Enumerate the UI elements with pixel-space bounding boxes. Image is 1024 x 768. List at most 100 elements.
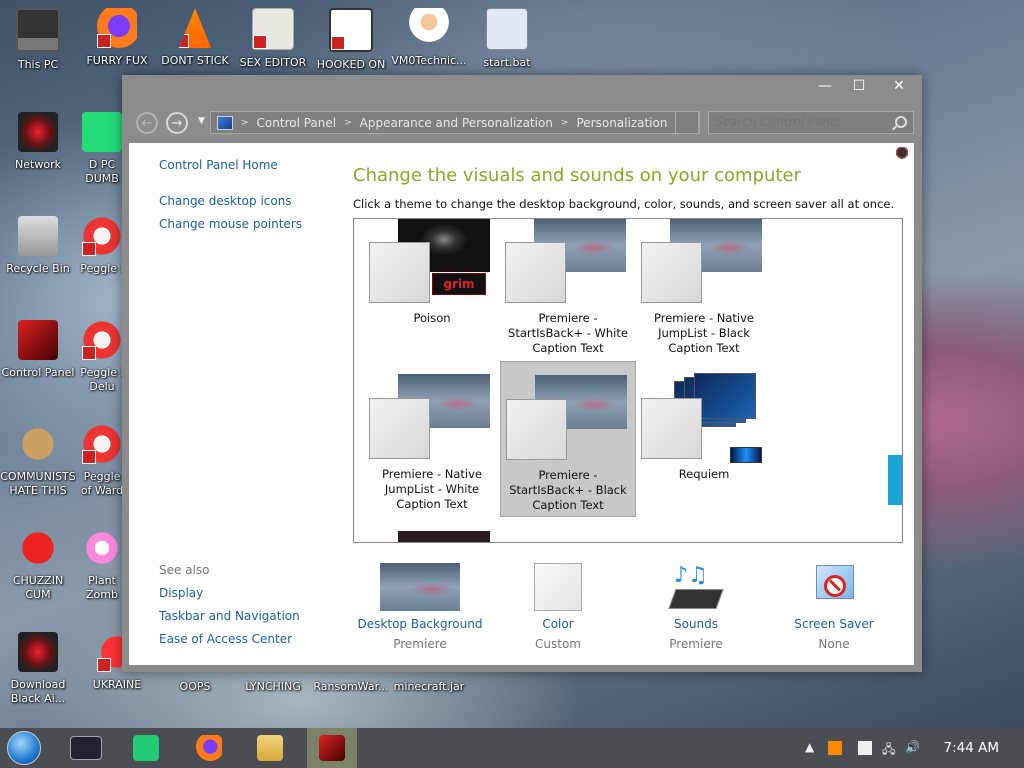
desktop-icon-this-pc[interactable]: This PC bbox=[0, 8, 76, 72]
theme-tile-poison[interactable]: grim Poison bbox=[364, 219, 500, 361]
desktop-icon-dont-stick[interactable]: DONT STICK bbox=[157, 8, 233, 68]
desktop-icon-download-black[interactable]: Download Black Ai... bbox=[0, 632, 76, 706]
color-setting[interactable]: Color Custom bbox=[488, 563, 628, 651]
nav-change-mouse-pointers[interactable]: Change mouse pointers bbox=[159, 217, 302, 231]
flower-icon bbox=[82, 528, 122, 568]
taskbar-file-explorer[interactable] bbox=[250, 732, 290, 764]
see-also-heading: See also bbox=[159, 563, 210, 577]
desktop-background-setting[interactable]: Desktop Background Premiere bbox=[350, 563, 490, 651]
network-icon[interactable]: 🖧 bbox=[882, 740, 895, 761]
control-panel-icon bbox=[18, 320, 58, 360]
firefox-icon bbox=[196, 735, 222, 761]
taskbar-task-view[interactable] bbox=[66, 732, 106, 764]
theme-tile-premiere-sib-white[interactable]: Premiere - StartIsBack+ - White Caption … bbox=[500, 219, 636, 361]
theme-tile-requiem[interactable]: Requiem bbox=[636, 361, 772, 517]
theme-color-swatch bbox=[505, 242, 566, 303]
search-icon[interactable] bbox=[895, 116, 907, 128]
sounds-value: Premiere bbox=[669, 637, 723, 651]
breadcrumb-appearance[interactable]: Appearance and Personalization bbox=[360, 116, 553, 130]
tray-flag-icon[interactable] bbox=[858, 741, 872, 755]
user-avatar-icon[interactable] bbox=[896, 147, 908, 161]
clock[interactable]: 7:44 AM bbox=[944, 740, 1000, 756]
breadcrumb-chevron-icon[interactable]: > bbox=[344, 118, 352, 128]
volume-icon[interactable]: 🔊 bbox=[905, 740, 920, 754]
theme-name: Premiere - Native JumpList - White Capti… bbox=[381, 467, 482, 511]
grim-logo: grim bbox=[432, 273, 486, 295]
see-also-taskbar[interactable]: Taskbar and Navigation bbox=[159, 609, 300, 623]
desktop-icon-network[interactable]: Network bbox=[0, 112, 76, 172]
desktop-icon-oops[interactable]: OOPS bbox=[157, 674, 233, 694]
desktop-icon-communists[interactable]: COMMUNISTS HATE THIS G... bbox=[0, 424, 76, 498]
screen-saver-setting[interactable]: Screen Saver None bbox=[764, 563, 904, 651]
desktop-icon-plants-zombies[interactable]: Plant Zomb bbox=[79, 528, 125, 602]
desktop-icon-peggle-deluxe[interactable]: Peggle I Delu bbox=[79, 320, 125, 394]
theme-color-swatch bbox=[641, 398, 702, 459]
address-bar-row: ← → ▼ > Control Panel > Appearance and P… bbox=[122, 108, 922, 138]
search-box[interactable] bbox=[708, 111, 914, 134]
theme-tile-premiere-native-white[interactable]: Premiere - Native JumpList - White Capti… bbox=[364, 361, 500, 517]
desktop-icon-sex-editor[interactable]: SEX EDITOR bbox=[235, 8, 311, 70]
requiem-glow-strip bbox=[730, 447, 762, 463]
taskbar-firefox[interactable] bbox=[189, 732, 229, 764]
page-description: Click a theme to change the desktop back… bbox=[353, 197, 895, 211]
color-link[interactable]: Color bbox=[488, 617, 628, 631]
sounds-link[interactable]: Sounds bbox=[626, 617, 766, 631]
minimize-button[interactable]: — bbox=[808, 75, 842, 97]
breadcrumb-personalization[interactable]: Personalization bbox=[576, 116, 667, 130]
theme-tile-premiere-native-black[interactable]: Premiere - Native JumpList - Black Capti… bbox=[636, 219, 772, 361]
screen-saver-link[interactable]: Screen Saver bbox=[764, 617, 904, 631]
money-bag-icon bbox=[18, 424, 58, 464]
desktop-icon-hooked-on[interactable]: HOOKED ON bbox=[313, 8, 389, 72]
desktop-background-value: Premiere bbox=[393, 637, 447, 651]
desktop-icon-recycle-bin[interactable]: Recycle Bin bbox=[0, 216, 76, 276]
theme-name: Poison bbox=[413, 311, 451, 325]
forward-button[interactable]: → bbox=[166, 112, 188, 134]
peggle-icon bbox=[82, 320, 122, 360]
desktop-icon-ransomware[interactable]: RansomWar... bbox=[313, 674, 389, 694]
firefox-icon bbox=[97, 8, 137, 48]
maximize-button[interactable]: ☐ bbox=[842, 75, 876, 97]
close-button[interactable]: ✕ bbox=[876, 75, 922, 97]
taskbar-control-panel-active[interactable] bbox=[307, 728, 357, 768]
desktop-icon-chuzzin-cum[interactable]: CHUZZIN CUM bbox=[0, 528, 76, 602]
desktop-icon-peggle[interactable]: Peggle I bbox=[79, 216, 125, 276]
desktop-icon-vm0technic[interactable]: VM0Technic... bbox=[391, 8, 467, 68]
back-button[interactable]: ← bbox=[136, 112, 158, 134]
theme-tile-premiere-sib-black-selected[interactable]: Premiere - StartIsBack+ - Black Caption … bbox=[500, 361, 636, 517]
refresh-button[interactable] bbox=[675, 111, 699, 134]
start-orb-button[interactable] bbox=[7, 731, 41, 765]
desktop-icon-lynching[interactable]: LYNCHING bbox=[235, 674, 311, 694]
search-input[interactable] bbox=[715, 115, 885, 129]
tray-overflow-chevron-icon[interactable]: ▲ bbox=[805, 740, 814, 754]
desktop-icon-peggle-wars[interactable]: Peggle of Ward bbox=[79, 424, 125, 498]
desktop-icon-d-pc-dumb[interactable]: D PC DUMB bbox=[79, 112, 125, 186]
theme-gallery[interactable]: grim Poison Premiere - StartIsBack+ - Wh… bbox=[353, 218, 903, 543]
see-also-display[interactable]: Display bbox=[159, 586, 203, 600]
batch-file-gear-icon bbox=[486, 8, 528, 50]
tray-app-icon[interactable] bbox=[828, 741, 842, 755]
desktop-icon-control-panel[interactable]: Control Panel bbox=[0, 320, 76, 380]
desktop-background-link[interactable]: Desktop Background bbox=[350, 617, 490, 631]
chuzzle-icon bbox=[18, 528, 58, 568]
screen-saver-icon bbox=[794, 563, 874, 611]
desktop-icon-start-bat[interactable]: start.bat bbox=[469, 8, 545, 70]
breadcrumb-control-panel[interactable]: Control Panel bbox=[257, 116, 337, 130]
sounds-setting[interactable]: ♪♫ Sounds Premiere bbox=[626, 563, 766, 651]
address-bar[interactable]: > Control Panel > Appearance and Persona… bbox=[210, 111, 700, 134]
desktop-icon-minecraft[interactable]: minecraft.jar bbox=[391, 674, 467, 694]
nav-control-panel-home[interactable]: Control Panel Home bbox=[159, 158, 278, 172]
nav-change-desktop-icons[interactable]: Change desktop icons bbox=[159, 194, 292, 208]
red-orb-icon bbox=[18, 632, 58, 672]
peggle-icon bbox=[82, 424, 122, 464]
breadcrumb-chevron-icon[interactable]: > bbox=[241, 118, 249, 128]
control-panel-icon bbox=[217, 115, 233, 130]
window-caption-buttons: — ☐ ✕ bbox=[808, 75, 922, 101]
peggle-icon bbox=[82, 216, 122, 256]
taskbar: ▲ 🖧 🔊 7:44 AM bbox=[0, 728, 1024, 768]
recent-locations-chevron-icon[interactable]: ▼ bbox=[198, 116, 205, 126]
theme-gallery-scrollbar-thumb[interactable] bbox=[888, 455, 902, 505]
see-also-ease-of-access[interactable]: Ease of Access Center bbox=[159, 632, 292, 646]
taskbar-green-app[interactable] bbox=[126, 732, 166, 764]
breadcrumb-chevron-icon[interactable]: > bbox=[561, 118, 569, 128]
desktop-icon-furry-fux[interactable]: FURRY FUX bbox=[79, 8, 155, 68]
